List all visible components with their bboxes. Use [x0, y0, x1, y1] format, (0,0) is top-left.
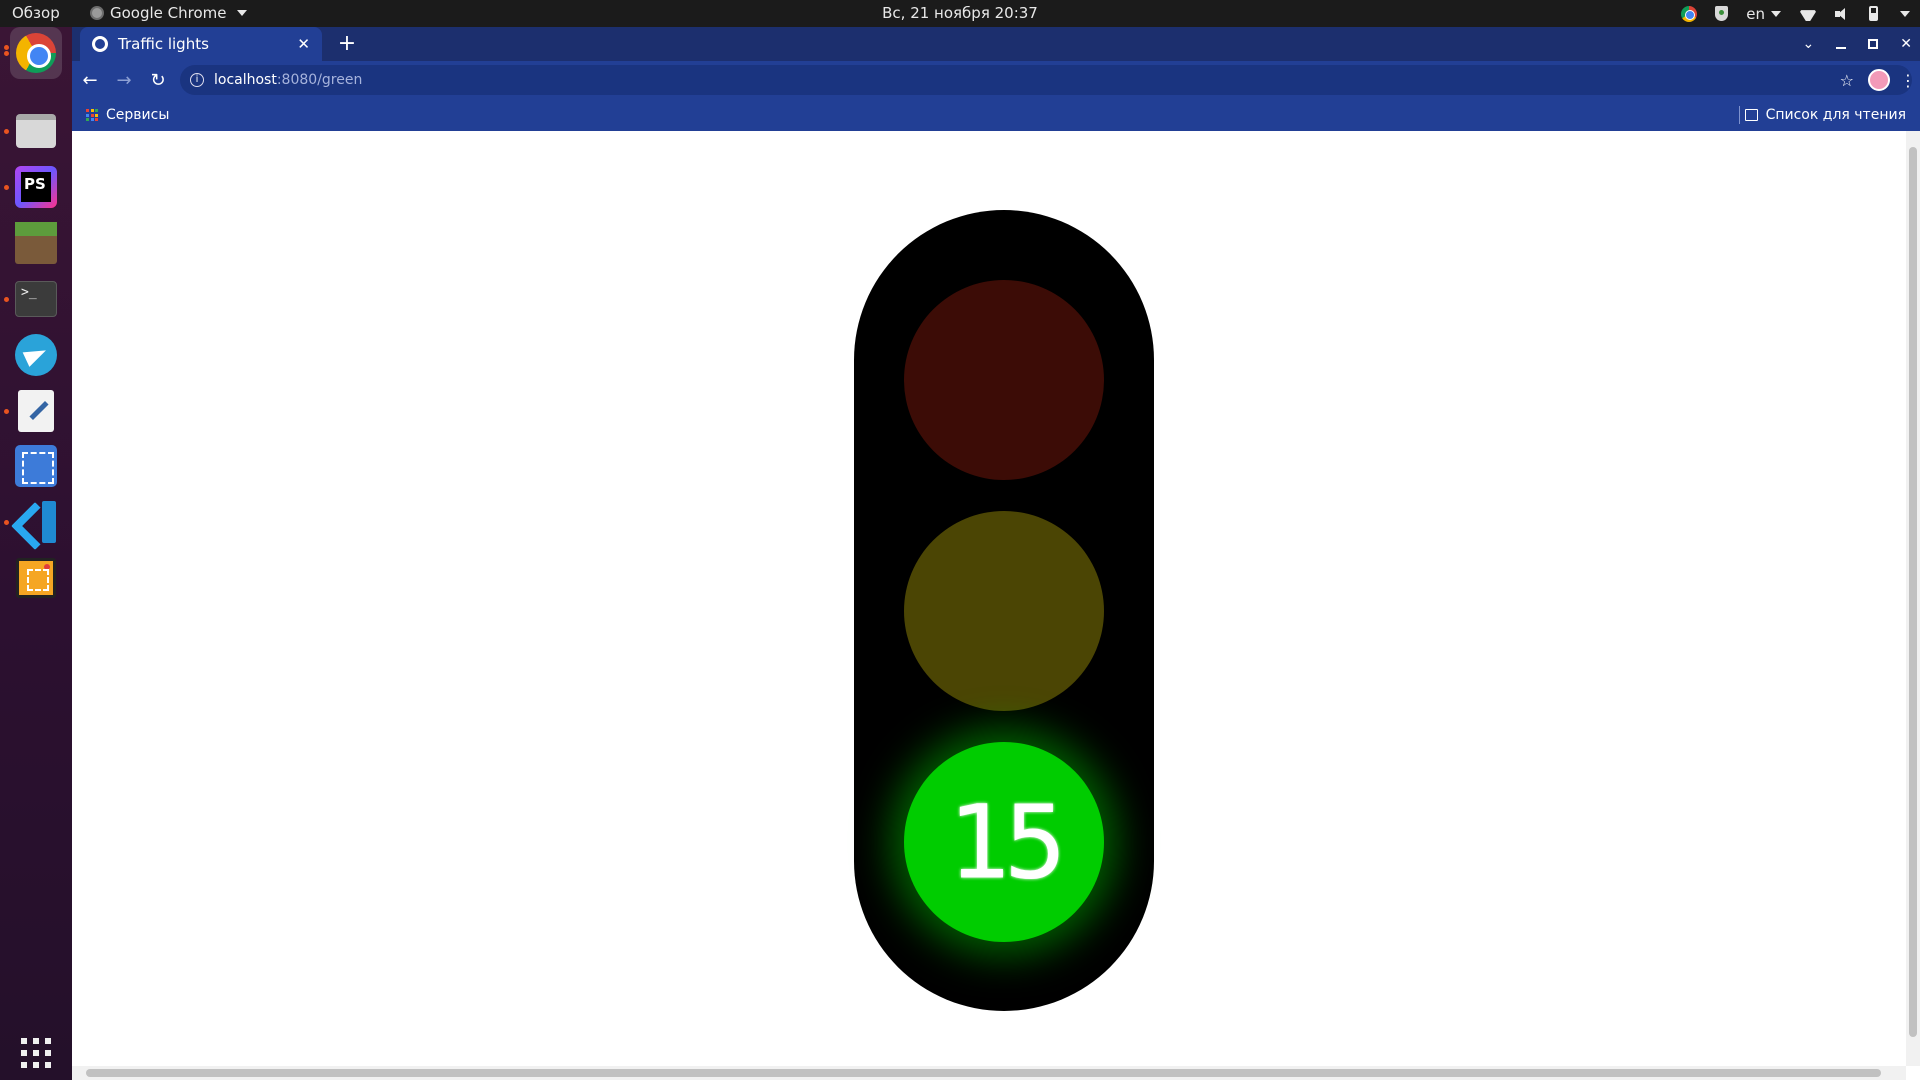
reading-list-label: Список для чтения	[1765, 107, 1906, 123]
system-tray: en	[1681, 0, 1910, 27]
close-window-icon[interactable]: ✕	[1900, 36, 1912, 52]
chevron-down-icon	[1771, 10, 1781, 17]
activities-button[interactable]: Обзор	[12, 4, 60, 22]
profile-avatar[interactable]	[1868, 69, 1890, 91]
url-host: localhost	[214, 72, 277, 88]
dock-item-files[interactable]	[10, 105, 62, 157]
tab-title: Traffic lights	[118, 35, 209, 53]
apps-shortcut[interactable]: Сервисы	[86, 107, 169, 123]
minecraft-icon	[15, 222, 57, 264]
chrome-tray-icon[interactable]	[1681, 5, 1698, 22]
gnome-top-bar: Обзор Google Chrome Вс, 21 ноября 20:37 …	[0, 0, 1920, 27]
battery-icon[interactable]	[1869, 6, 1878, 21]
browser-toolbar: ← → ↻ i localhost :8080/green ☆ ⋮	[72, 61, 1920, 99]
tab-search-chevron-icon[interactable]: ⌄	[1803, 36, 1815, 52]
site-info-icon[interactable]: i	[190, 73, 204, 87]
running-indicator	[4, 520, 9, 525]
dock-item-screen-recorder[interactable]	[10, 552, 62, 604]
vscode-icon	[16, 501, 56, 543]
globe-icon	[92, 36, 108, 52]
phpstorm-icon-label: PS	[24, 175, 46, 193]
new-tab-button[interactable]: +	[334, 31, 360, 56]
dock-item-screenshot[interactable]	[10, 440, 62, 492]
chrome-icon	[16, 33, 56, 73]
running-indicator	[4, 185, 9, 190]
reload-icon[interactable]: ↻	[142, 64, 174, 96]
reading-list-button[interactable]: Список для чтения	[1744, 107, 1906, 123]
back-arrow-icon[interactable]: ←	[74, 64, 106, 96]
minimize-icon[interactable]	[1836, 47, 1847, 49]
telegram-icon	[15, 334, 57, 376]
address-bar[interactable]: i localhost :8080/green ☆ ⋮	[180, 65, 1916, 95]
running-indicator	[4, 409, 9, 414]
running-indicator	[4, 51, 9, 56]
dock: PS >_	[0, 27, 72, 1080]
horizontal-scrollbar-thumb[interactable]	[86, 1069, 1881, 1077]
terminal-icon-label: >_	[21, 285, 37, 300]
horizontal-scrollbar[interactable]	[72, 1066, 1906, 1080]
url-path: :8080/green	[276, 72, 363, 88]
bookmarks-bar: Сервисы Список для чтения	[72, 99, 1920, 131]
vertical-scrollbar[interactable]	[1906, 131, 1920, 1066]
app-menu-label: Google Chrome	[110, 4, 227, 22]
yellow-lamp	[904, 511, 1104, 711]
running-indicator	[4, 297, 9, 302]
dock-item-vscode[interactable]	[10, 496, 62, 548]
forward-arrow-icon[interactable]: →	[108, 64, 140, 96]
dock-item-minecraft[interactable]	[10, 217, 62, 269]
dock-item-terminal[interactable]: >_	[10, 273, 62, 325]
volume-icon[interactable]	[1835, 7, 1851, 21]
shield-tray-icon[interactable]	[1715, 6, 1729, 21]
countdown-timer: 15	[947, 782, 1066, 902]
wifi-icon[interactable]	[1799, 7, 1817, 21]
dock-item-chrome[interactable]	[10, 27, 62, 79]
phpstorm-icon: PS	[15, 166, 57, 208]
screen-recorder-icon	[16, 558, 56, 598]
reading-list-icon	[1744, 109, 1758, 121]
screenshot-icon	[15, 445, 57, 487]
app-menu-icon	[90, 6, 104, 20]
app-menu[interactable]: Google Chrome	[90, 4, 247, 22]
dock-item-phpstorm[interactable]: PS	[10, 161, 62, 213]
bookmarks-divider	[1739, 106, 1740, 124]
maximize-icon[interactable]	[1868, 39, 1879, 49]
keyboard-layout-label: en	[1746, 4, 1765, 23]
app-grid-icon	[21, 1038, 51, 1068]
tab-close-icon[interactable]: ✕	[297, 35, 310, 53]
chevron-down-icon	[236, 10, 247, 16]
dock-item-text-editor[interactable]	[10, 385, 62, 437]
chrome-window: Traffic lights ✕ + ⌄ ✕ ← → ↻ i localhost…	[72, 27, 1920, 1080]
window-controls: ⌄ ✕	[1803, 27, 1912, 61]
apps-label: Сервисы	[106, 107, 170, 123]
dock-item-telegram[interactable]	[10, 329, 62, 381]
text-editor-icon	[18, 390, 54, 432]
page-viewport: 15	[72, 131, 1920, 1080]
apps-grid-icon	[86, 109, 98, 121]
clock[interactable]: Вс, 21 ноября 20:37	[882, 4, 1038, 22]
show-applications-button[interactable]	[10, 1027, 62, 1079]
green-lamp: 15	[904, 742, 1104, 942]
vertical-scrollbar-thumb[interactable]	[1909, 147, 1917, 1037]
keyboard-layout-indicator[interactable]: en	[1746, 5, 1781, 23]
system-menu-chevron-icon[interactable]	[1900, 10, 1910, 17]
running-indicator	[4, 129, 9, 134]
files-icon	[16, 114, 56, 148]
kebab-menu-icon[interactable]: ⋮	[1900, 71, 1916, 90]
terminal-icon: >_	[15, 281, 57, 317]
bookmark-star-icon[interactable]: ☆	[1840, 71, 1854, 90]
red-lamp	[904, 280, 1104, 480]
running-indicator	[4, 45, 9, 50]
tab-traffic-lights[interactable]: Traffic lights ✕	[80, 27, 322, 61]
tab-strip: Traffic lights ✕ + ⌄ ✕	[72, 27, 1920, 61]
traffic-light: 15	[854, 210, 1154, 1011]
